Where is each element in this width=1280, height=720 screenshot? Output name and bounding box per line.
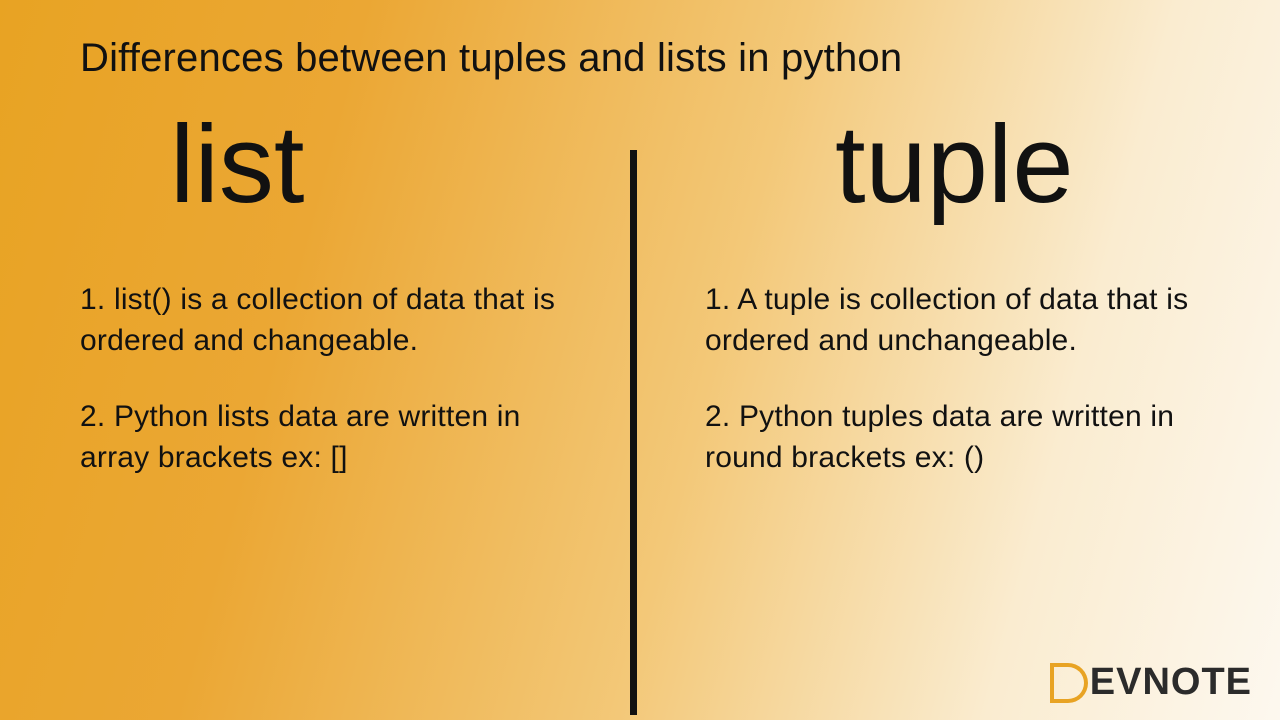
tuple-heading: tuple xyxy=(835,110,1200,220)
list-column: list 1. list() is a collection of data t… xyxy=(0,110,645,670)
page-title: Differences between tuples and lists in … xyxy=(80,36,902,81)
list-point-2: 2. Python lists data are written in arra… xyxy=(80,397,575,478)
devnote-logo: EVNOTE xyxy=(1054,661,1252,704)
comparison-columns: list 1. list() is a collection of data t… xyxy=(0,110,1280,670)
logo-d-icon xyxy=(1054,663,1088,703)
tuple-column: tuple 1. A tuple is collection of data t… xyxy=(645,110,1280,670)
tuple-point-1: 1. A tuple is collection of data that is… xyxy=(705,280,1200,361)
tuple-points: 1. A tuple is collection of data that is… xyxy=(705,280,1200,478)
logo-text: EVNOTE xyxy=(1090,661,1252,704)
list-point-1: 1. list() is a collection of data that i… xyxy=(80,280,575,361)
list-heading: list xyxy=(170,110,575,220)
list-points: 1. list() is a collection of data that i… xyxy=(80,280,575,478)
tuple-point-2: 2. Python tuples data are written in rou… xyxy=(705,397,1200,478)
